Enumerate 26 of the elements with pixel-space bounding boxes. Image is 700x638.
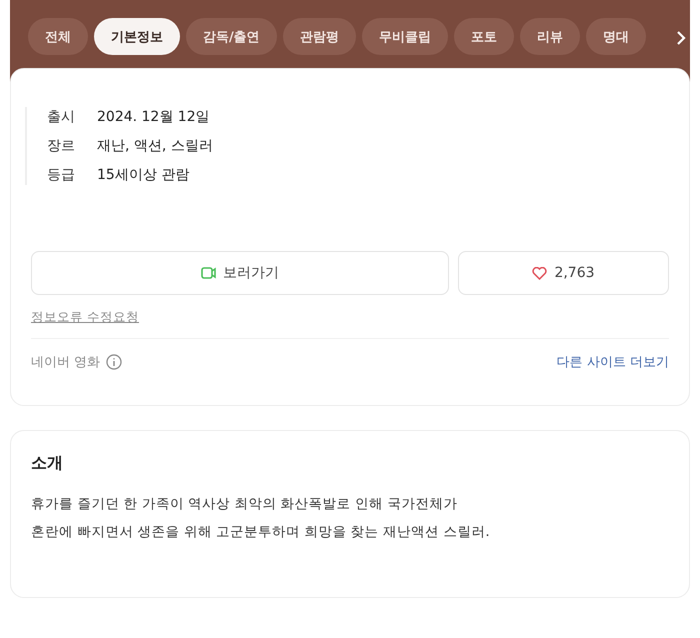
tab[interactable]: 무비클립 — [362, 18, 448, 55]
description-line: 휴가를 즐기던 한 가족이 역사상 최악의 화산폭발로 인해 국가전체가 — [31, 495, 458, 514]
info-label: 등급 — [47, 166, 76, 184]
report-link[interactable]: 정보오류 수정요청 — [31, 309, 139, 326]
info-value: 재난, 액션, 스릴러 — [97, 137, 213, 155]
tab[interactable]: 기본정보 — [94, 18, 180, 55]
like-button[interactable]: 2,763 — [458, 251, 669, 295]
tab[interactable]: 전체 — [28, 18, 88, 55]
heart-icon — [532, 266, 548, 280]
tab[interactable]: 명대 — [586, 18, 646, 55]
info-icon[interactable] — [106, 354, 122, 370]
info-label: 장르 — [47, 137, 76, 155]
section-title: 소개 — [31, 453, 64, 474]
tab[interactable]: 리뷰 — [520, 18, 580, 55]
watch-button[interactable]: 보러가기 — [31, 251, 449, 295]
tab[interactable]: 관람평 — [282, 18, 356, 55]
tab[interactable]: 포토 — [454, 18, 514, 55]
chevron-right-icon[interactable] — [676, 31, 686, 45]
info-label: 출시 — [47, 108, 76, 126]
description-line: 혼란에 빠지면서 생존을 위해 고군분투하며 희망을 찾는 재난액션 스릴러. — [31, 523, 491, 542]
tab[interactable]: 감독/출연 — [186, 18, 277, 55]
more-sites-link[interactable]: 다른 사이트 더보기 — [556, 353, 669, 371]
source-label: 네이버 영화 — [31, 354, 100, 371]
info-value: 15세이상 관람 — [97, 166, 190, 184]
video-icon — [201, 267, 216, 279]
info-value: 2024. 12월 12일 — [97, 108, 210, 126]
